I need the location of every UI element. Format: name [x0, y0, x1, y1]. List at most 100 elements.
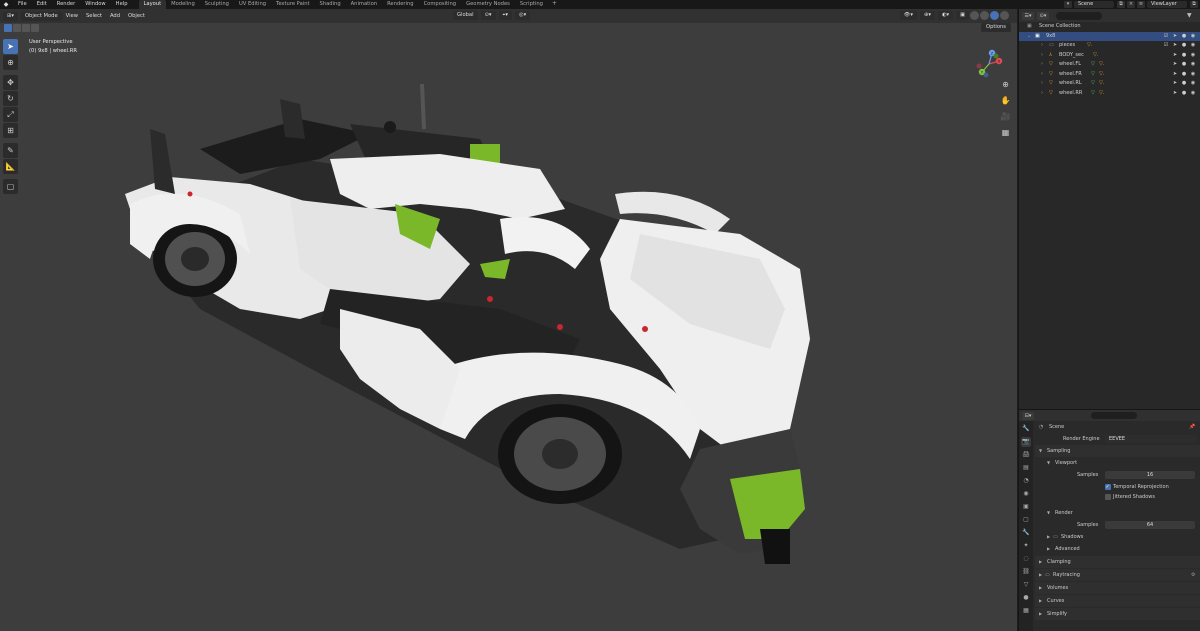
- move-tool-icon[interactable]: ✥: [3, 75, 18, 90]
- outliner-row-wheel-rl[interactable]: › ▽ wheel.RL ▽ ▽. ➤ ● ◉: [1019, 79, 1200, 89]
- properties-search-input[interactable]: [1091, 412, 1137, 419]
- expand-icon[interactable]: ›: [1041, 70, 1043, 80]
- toggle-icon[interactable]: ▭: [1045, 569, 1050, 581]
- outliner-row-body-sec[interactable]: › ⅄ BODY_sec ▽. ➤ ● ◉: [1019, 51, 1200, 61]
- view-layer-selector[interactable]: ViewLayer: [1147, 1, 1187, 8]
- scene-selector[interactable]: Scene: [1074, 1, 1114, 8]
- expand-icon[interactable]: ›: [1041, 41, 1043, 51]
- select-extend-button[interactable]: [13, 24, 21, 32]
- options-button[interactable]: Options: [980, 23, 1011, 32]
- tool-tab-icon[interactable]: 🔧: [1021, 424, 1031, 434]
- zoom-icon[interactable]: ⊕: [1000, 79, 1011, 90]
- outliner-row-wheel-rr[interactable]: › ▽ wheel.RR ▽ ▽. ➤ ● ◉: [1019, 89, 1200, 99]
- tab-texture-paint[interactable]: Texture Paint: [271, 0, 314, 9]
- select-arrow-icon[interactable]: ➤: [1172, 89, 1178, 99]
- transform-tool-icon[interactable]: ⊞: [3, 123, 18, 138]
- tab-modeling[interactable]: Modeling: [166, 0, 200, 9]
- menu-edit[interactable]: Edit: [32, 0, 52, 9]
- visibility-icon[interactable]: 👁▾: [899, 11, 917, 20]
- tab-layout[interactable]: Layout: [138, 0, 167, 9]
- pin-icon[interactable]: 📌: [1189, 421, 1195, 433]
- orientation-selector[interactable]: Global: [453, 11, 478, 20]
- advanced-subpanel-header[interactable]: ▶ Advanced: [1035, 543, 1200, 555]
- proportional-edit-icon[interactable]: ◎▾: [515, 11, 531, 20]
- tab-compositing[interactable]: Compositing: [419, 0, 462, 9]
- outliner-row-pieces[interactable]: › ▭ pieces ▽. ☑ ➤ ● ◉: [1019, 41, 1200, 51]
- render-engine-select[interactable]: EEVEE: [1105, 435, 1197, 443]
- eye-icon[interactable]: ●: [1181, 70, 1187, 80]
- sampling-panel-header[interactable]: ▼ Sampling: [1035, 445, 1200, 457]
- outliner-row-wheel-fl[interactable]: › ▽ wheel.FL ▽ ▽. ➤ ● ◉: [1019, 60, 1200, 70]
- checkbox-icon[interactable]: ☑: [1163, 32, 1169, 42]
- tab-geometry-nodes[interactable]: Geometry Nodes: [461, 0, 515, 9]
- perspective-toggle-icon[interactable]: ▦: [1000, 127, 1011, 138]
- view-layer-tab-icon[interactable]: ▤: [1021, 463, 1031, 473]
- rotate-tool-icon[interactable]: ↻: [3, 91, 18, 106]
- select-arrow-icon[interactable]: ➤: [1172, 60, 1178, 70]
- copy-icon[interactable]: ⧉: [1117, 1, 1125, 8]
- presets-icon[interactable]: ⚙: [1191, 569, 1195, 581]
- camera-icon[interactable]: ◉: [1190, 41, 1196, 51]
- collection-tab-icon[interactable]: ▣: [1021, 502, 1031, 512]
- blender-logo-icon[interactable]: ◆: [2, 1, 10, 9]
- menu-window[interactable]: Window: [80, 0, 110, 9]
- editor-type-button[interactable]: ⊞▾: [3, 11, 18, 21]
- scene-tab-icon[interactable]: ◔: [1021, 476, 1031, 486]
- select-arrow-icon[interactable]: ➤: [1172, 79, 1178, 89]
- expand-icon[interactable]: ⌄: [1027, 32, 1031, 42]
- menu-render[interactable]: Render: [52, 0, 80, 9]
- menu-add[interactable]: Add: [106, 12, 124, 21]
- menu-select[interactable]: Select: [82, 12, 106, 21]
- snap-icon[interactable]: ⌖▾: [498, 11, 513, 20]
- texture-tab-icon[interactable]: ▦: [1021, 606, 1031, 616]
- menu-help[interactable]: Help: [111, 0, 133, 9]
- select-arrow-icon[interactable]: ➤: [1172, 41, 1178, 51]
- raytracing-panel-header[interactable]: ▶ ▭ Raytracing ⚙: [1035, 569, 1200, 581]
- expand-icon[interactable]: ›: [1041, 60, 1043, 70]
- eye-icon[interactable]: ●: [1181, 79, 1187, 89]
- tab-shading[interactable]: Shading: [315, 0, 346, 9]
- solid-shading-button[interactable]: [980, 11, 989, 20]
- modifier-tab-icon[interactable]: 🔧: [1021, 528, 1031, 538]
- copy-icon[interactable]: ⧉: [1190, 1, 1198, 8]
- camera-icon[interactable]: ◉: [1190, 51, 1196, 61]
- viewport-subpanel-header[interactable]: ▼ Viewport: [1035, 457, 1200, 469]
- xray-toggle-icon[interactable]: ▣: [956, 11, 969, 20]
- volumes-panel-header[interactable]: ▶ Volumes: [1035, 582, 1200, 594]
- annotate-tool-icon[interactable]: ✎: [3, 143, 18, 158]
- output-tab-icon[interactable]: 🖨: [1021, 450, 1031, 460]
- tab-uv-editing[interactable]: UV Editing: [234, 0, 271, 9]
- rendered-shading-button[interactable]: [1000, 11, 1009, 20]
- material-shading-button[interactable]: [990, 11, 999, 20]
- viewport-samples-input[interactable]: 16: [1105, 471, 1195, 479]
- menu-file[interactable]: File: [13, 0, 32, 9]
- camera-icon[interactable]: ◉: [1190, 89, 1196, 99]
- display-mode-button[interactable]: ⊙▾: [1037, 11, 1049, 20]
- eye-icon[interactable]: ●: [1181, 32, 1187, 42]
- toggle-icon[interactable]: ▭: [1053, 531, 1058, 543]
- add-cube-tool-icon[interactable]: ▢: [3, 179, 18, 194]
- gizmo-toggle-icon[interactable]: ⊕▾: [920, 11, 935, 20]
- outliner-row-scene-collection[interactable]: ▣ Scene Collection: [1019, 22, 1200, 32]
- select-new-button[interactable]: [4, 24, 12, 32]
- shadows-subpanel-header[interactable]: ▶ ▭ Shadows: [1035, 531, 1200, 543]
- expand-icon[interactable]: ›: [1041, 79, 1043, 89]
- editor-type-button[interactable]: ⊟▾: [1022, 411, 1034, 420]
- pivot-icon[interactable]: ⊙▾: [480, 11, 496, 20]
- expand-icon[interactable]: ›: [1041, 51, 1043, 61]
- outliner-search-input[interactable]: [1056, 11, 1102, 20]
- add-workspace-button[interactable]: +: [548, 0, 561, 9]
- select-invert-button[interactable]: [31, 24, 39, 32]
- pan-hand-icon[interactable]: ✋: [1000, 95, 1011, 106]
- eye-icon[interactable]: ●: [1181, 89, 1187, 99]
- tab-sculpting[interactable]: Sculpting: [200, 0, 234, 9]
- eye-icon[interactable]: ●: [1181, 41, 1187, 51]
- navigation-gizmo[interactable]: X Y Z: [972, 47, 1006, 81]
- temporal-reprojection-checkbox[interactable]: [1105, 481, 1111, 493]
- render-samples-input[interactable]: 64: [1105, 521, 1195, 529]
- tab-rendering[interactable]: Rendering: [382, 0, 419, 9]
- simplify-panel-header[interactable]: ▶ Simplify: [1035, 608, 1200, 620]
- close-icon[interactable]: ×: [1127, 1, 1135, 8]
- jittered-shadows-checkbox[interactable]: [1105, 494, 1111, 500]
- select-subtract-button[interactable]: [22, 24, 30, 32]
